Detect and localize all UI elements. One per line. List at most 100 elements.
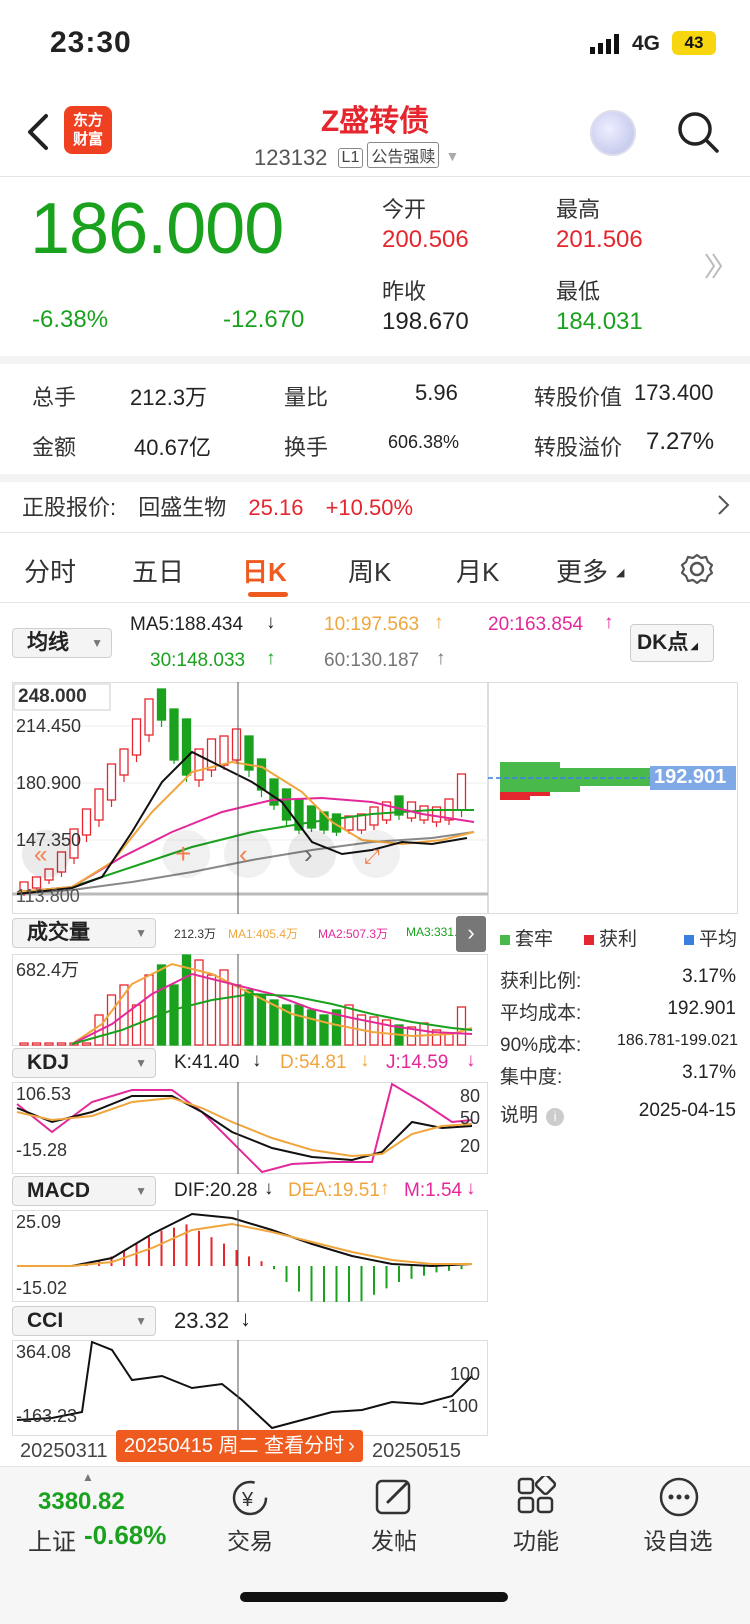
tab-intraday[interactable]: 分时 [24, 552, 76, 589]
volume-selector[interactable]: 成交量 ▼ [12, 918, 156, 948]
macd-dea-arrow: ↑ [380, 1178, 390, 1199]
change-percent: -6.38% [32, 306, 109, 333]
dk-point-button[interactable]: DK点 ◢ [630, 624, 714, 662]
stock-code-row[interactable]: 123132 L1 公告强赎 ▼ [254, 142, 459, 171]
amount-label: 金额 [32, 435, 77, 460]
candle-body [81, 808, 92, 836]
active-tab-indicator [248, 592, 288, 597]
dropdown-caret-icon: ▼ [135, 926, 147, 940]
scroll-left-icon[interactable] [224, 830, 272, 878]
tab-more[interactable]: 更多 [556, 552, 608, 589]
candle-body [206, 738, 217, 771]
tab-daily-k[interactable]: 日K [242, 552, 287, 589]
plus-glyph: + [175, 838, 191, 869]
panel-expand-chevron-icon[interactable]: › [456, 916, 486, 952]
assistant-avatar-icon[interactable] [590, 110, 636, 156]
chevron-right-icon[interactable] [716, 494, 730, 516]
kdj-selector[interactable]: KDJ ▼ [12, 1048, 156, 1078]
underlying-stock-row[interactable]: 正股报价: 回盛生物 25.16 +10.50% [22, 490, 413, 522]
ma60-arrow: ↑ [436, 648, 446, 669]
volume-selector-label: 成交量 [27, 921, 90, 944]
volume-ratio-value: 5.96 [415, 380, 458, 405]
candle-body [156, 688, 167, 721]
left-arrow-glyph: ‹ [239, 839, 248, 869]
app-logo: 东方 财富 [64, 106, 112, 154]
macd-m-arrow: ↓ [466, 1178, 476, 1199]
kdj-k-arrow: ↓ [252, 1050, 262, 1071]
macd-selector-label: MACD [27, 1179, 90, 1202]
volume-bar [44, 1042, 54, 1046]
dropdown-caret-icon: ▼ [135, 1056, 147, 1070]
volume-bar [344, 1004, 354, 1046]
status-time: 23:30 [50, 26, 132, 59]
volume-value-label: 212.3万 [174, 927, 217, 941]
macd-chart [12, 1210, 488, 1302]
underlying-price: 25.16 [248, 495, 304, 520]
dropdown-caret-icon: ▼ [135, 1184, 147, 1198]
volume-bar [419, 1022, 429, 1046]
search-icon[interactable] [676, 110, 720, 154]
nav-watchlist[interactable]: 设自选 [628, 1522, 728, 1556]
kdj-chart [12, 1082, 488, 1174]
volume-bar [256, 994, 267, 1046]
network-type: 4G [632, 32, 661, 55]
tab-monthly-k[interactable]: 月K [456, 552, 499, 589]
kdj-k-value: K:41.40 [174, 1052, 240, 1073]
nav-trade[interactable]: 交易 [200, 1522, 300, 1556]
back-arrow-icon[interactable] [24, 112, 54, 152]
conversion-value: 173.400 [634, 380, 714, 405]
macd-selector[interactable]: MACD ▼ [12, 1176, 156, 1206]
cci-selector[interactable]: CCI ▼ [12, 1306, 156, 1336]
cci-selector-label: CCI [27, 1309, 64, 1332]
legend-trapped-label: 套牢 [515, 929, 554, 950]
macd-max-label: 25.09 [16, 1212, 62, 1232]
expand-glyph: ⤢ [364, 846, 380, 868]
candle-body [106, 763, 117, 801]
underlying-name: 回盛生物 [138, 495, 227, 520]
kdj-level-50: 50 [460, 1108, 481, 1128]
settings-gear-icon[interactable] [680, 552, 714, 586]
kline-tick-2: 180.900 [16, 773, 82, 793]
more-dots-icon[interactable] [658, 1476, 700, 1518]
more-caret-icon: ◢ [616, 567, 625, 579]
tab-five-day[interactable]: 五日 [132, 552, 184, 589]
date-tooltip-text: 20250415 周二 查看分时 [124, 1435, 345, 1457]
ma-selector[interactable]: 均线 ▼ [12, 628, 112, 658]
post-edit-icon[interactable] [374, 1476, 414, 1516]
legend-profit: 获利 [584, 924, 637, 951]
trade-icon[interactable]: ¥ [230, 1478, 274, 1518]
battery-icon: 43 [672, 31, 716, 55]
level-tag: L1 [337, 148, 364, 168]
low-label: 最低 [556, 279, 601, 304]
double-chevron-right-icon[interactable] [702, 246, 724, 286]
tab-weekly-k[interactable]: 周K [348, 552, 391, 589]
volume-bar [156, 964, 167, 1046]
nav-post[interactable]: 发帖 [344, 1522, 444, 1556]
volume-bar [31, 1042, 42, 1046]
macd-dif-value: DIF:20.28 [174, 1180, 258, 1201]
notice-tag[interactable]: 公告强赎 [367, 142, 440, 168]
cci-level-100: 100 [450, 1364, 481, 1384]
functions-grid-icon[interactable] [516, 1476, 556, 1516]
nav-functions[interactable]: 功能 [486, 1522, 586, 1556]
volume-bar [106, 994, 117, 1046]
premium-label: 转股溢价 [534, 435, 623, 460]
date-tooltip[interactable]: 20250415 周二 查看分时 › [116, 1430, 363, 1462]
kline-chart[interactable]: « + ‹ › ⤢ [12, 682, 488, 914]
chip-date: 2025-04-15 [638, 1100, 736, 1121]
cci-min-label: -163.23 [16, 1406, 78, 1426]
index-change[interactable]: -0.68% [84, 1520, 166, 1551]
index-value[interactable]: 3380.82 [38, 1488, 125, 1516]
volume-ratio-label: 量比 [284, 385, 329, 410]
volume-ma2-label: MA2:507.3万 [318, 927, 389, 941]
high-value: 201.506 [556, 226, 643, 253]
kdj-j-value: J:14.59 [386, 1052, 449, 1073]
stock-title: Z盛转债 [320, 105, 430, 138]
cost90-value: 186.781-199.021 [617, 1032, 738, 1049]
ma60-value: 60:130.187 [324, 650, 420, 671]
index-up-caret-icon: ▲ [82, 1470, 94, 1484]
kline-max-label: 248.000 [18, 686, 87, 707]
note-link[interactable]: 说明 i [500, 1100, 565, 1127]
cci-arrow: ↓ [240, 1306, 251, 1331]
index-name[interactable]: 上证 [28, 1522, 76, 1557]
